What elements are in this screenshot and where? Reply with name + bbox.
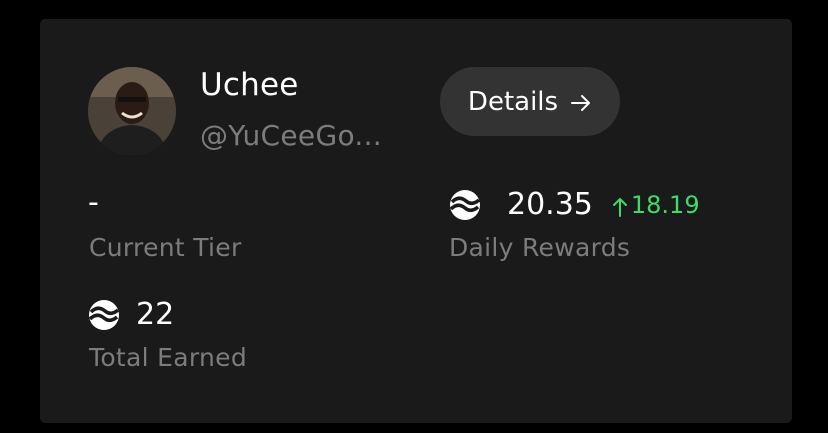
avatar-image <box>88 67 176 155</box>
daily-rewards-change: 18.19 <box>612 190 700 219</box>
arrow-right-icon <box>570 91 592 113</box>
arrow-up-icon <box>612 195 627 217</box>
current-tier-label: Current Tier <box>89 233 242 262</box>
total-earned-value: 22 <box>136 297 175 332</box>
daily-rewards-value-row: 20.35 18.19 <box>449 187 700 222</box>
details-button-label: Details <box>467 86 559 117</box>
token-logo-icon <box>88 299 120 331</box>
avatar[interactable] <box>88 67 176 155</box>
total-earned-label: Total Earned <box>89 343 247 372</box>
daily-rewards-label: Daily Rewards <box>449 233 631 262</box>
username: Uchee <box>200 67 299 103</box>
user-handle: @YuCeeGo... <box>200 119 382 152</box>
rewards-card: Uchee @YuCeeGo... Details - Current Tier… <box>40 19 792 423</box>
current-tier-value: - <box>88 185 99 220</box>
daily-rewards-value: 20.35 <box>507 187 593 222</box>
details-button[interactable]: Details <box>440 67 620 136</box>
daily-rewards-change-value: 18.19 <box>630 190 700 219</box>
total-earned-value-row: 22 <box>88 297 174 332</box>
token-logo-icon <box>449 189 481 221</box>
